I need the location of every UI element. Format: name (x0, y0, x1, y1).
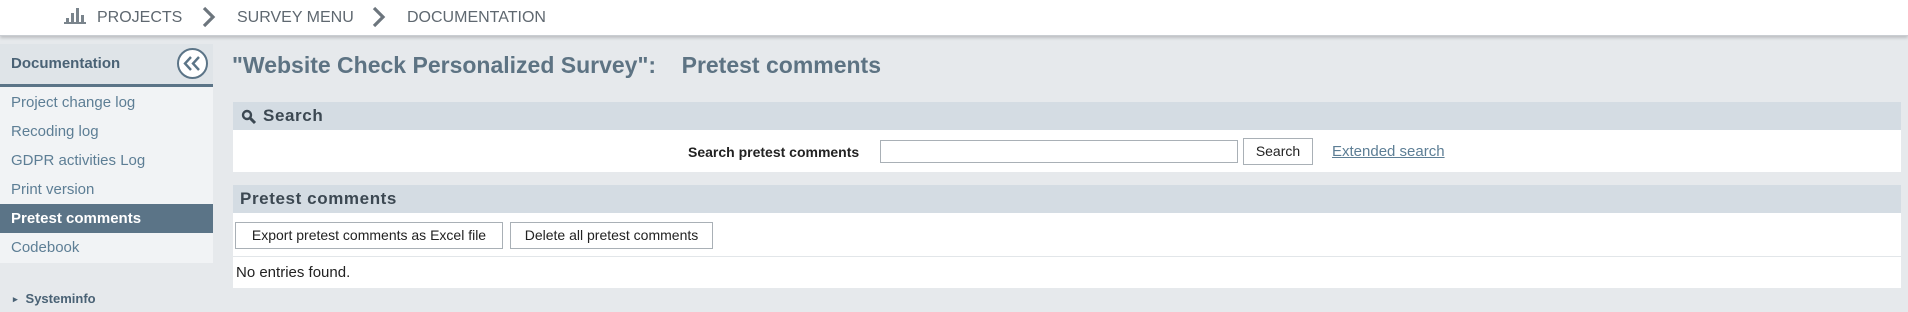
sidebar-item-codebook[interactable]: Codebook (0, 233, 213, 262)
page-title: "Website Check Personalized Survey": Pre… (232, 52, 882, 78)
sidebar-item-print-version[interactable]: Print version (0, 175, 213, 204)
search-input[interactable] (880, 140, 1238, 163)
empty-state-text: No entries found. (236, 264, 351, 281)
divider (233, 256, 1901, 257)
sidebar-menu: Project change log Recoding log GDPR act… (0, 87, 213, 263)
systeminfo-toggle[interactable]: ▸ Systeminfo (13, 291, 96, 308)
search-field-label: Search pretest comments (688, 144, 860, 160)
search-panel-header: Search (233, 102, 1901, 130)
chevron-right-icon (202, 6, 216, 28)
delete-all-comments-button[interactable]: Delete all pretest comments (510, 222, 713, 249)
sidebar-item-pretest-comments[interactable]: Pretest comments (0, 204, 213, 233)
double-chevron-left-icon (183, 56, 200, 71)
sidebar-item-recoding-log[interactable]: Recoding log (0, 117, 213, 146)
top-navigation-bar: PROJECTS SURVEY MENU DOCUMENTATION (0, 0, 1908, 36)
sidebar-item-project-change-log[interactable]: Project change log (0, 88, 213, 117)
sidebar: Documentation Project change log Recodin… (0, 36, 213, 312)
systeminfo-label: Systeminfo (25, 291, 96, 306)
extended-search-link[interactable]: Extended search (1332, 144, 1445, 160)
sidebar-item-gdpr-activities-log[interactable]: GDPR activities Log (0, 146, 213, 175)
chevron-right-icon (372, 6, 386, 28)
breadcrumb-documentation[interactable]: DOCUMENTATION (407, 0, 546, 35)
breadcrumb-projects[interactable]: PROJECTS (97, 0, 182, 35)
bar-chart-icon[interactable] (64, 7, 86, 27)
collapse-sidebar-button[interactable] (177, 48, 208, 79)
search-icon (241, 109, 257, 125)
comments-panel-header: Pretest comments (233, 185, 1901, 213)
export-excel-button[interactable]: Export pretest comments as Excel file (235, 222, 503, 249)
search-button[interactable]: Search (1243, 138, 1313, 165)
sidebar-header: Documentation (0, 44, 213, 87)
comments-panel-title: Pretest comments (240, 189, 397, 208)
caret-right-icon: ▸ (13, 294, 18, 304)
breadcrumb-survey-menu[interactable]: SURVEY MENU (237, 0, 354, 35)
sidebar-title: Documentation (11, 55, 121, 72)
search-panel-title: Search (263, 106, 324, 125)
